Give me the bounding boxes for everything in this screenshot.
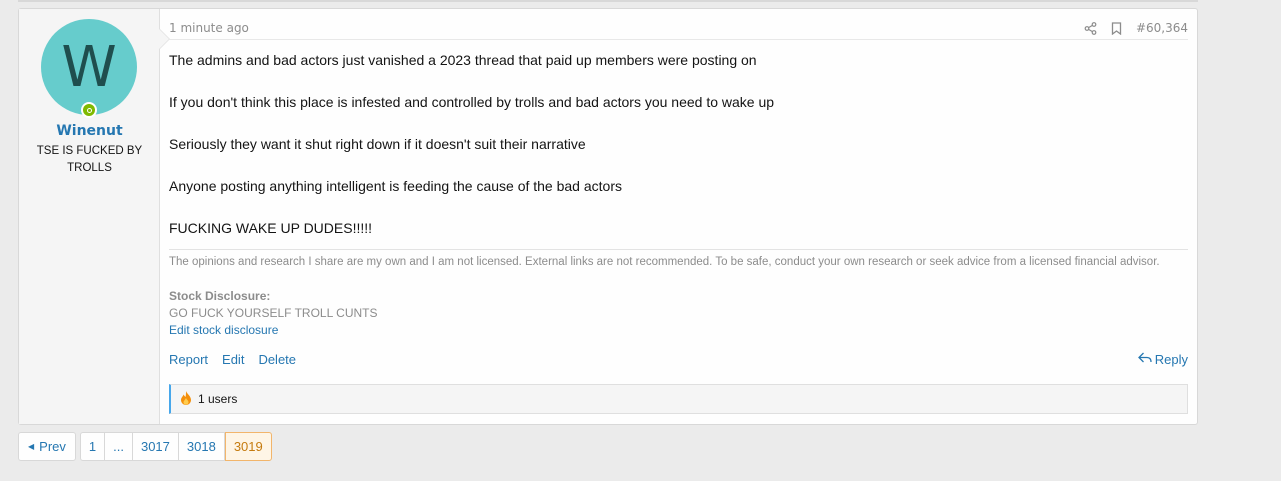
user-cell: W Winenut TSE IS FUCKED BY TROLLS <box>19 9 170 424</box>
delete-link[interactable]: Delete <box>258 352 296 367</box>
post-paragraph: Seriously they want it shut right down i… <box>169 136 586 152</box>
disclosure-text: GO FUCK YOURSELF TROLL CUNTS <box>169 306 378 320</box>
page-link-1[interactable]: 1 <box>79 432 106 461</box>
post-number[interactable]: #60,364 <box>1136 21 1188 35</box>
prev-page-button[interactable]: ◀ Prev <box>18 432 76 461</box>
post-main: 1 minute ago #60,364 The admins and bad … <box>169 9 1188 424</box>
previous-post-edge <box>18 0 1198 2</box>
post-paragraph: Anyone posting anything intelligent is f… <box>169 178 622 194</box>
reactions-count: 1 users <box>198 392 238 406</box>
page-link-3017[interactable]: 3017 <box>132 432 179 461</box>
edit-link[interactable]: Edit <box>222 352 244 367</box>
fire-icon <box>178 390 194 409</box>
bookmark-icon[interactable] <box>1111 21 1122 35</box>
post-attribution: 1 minute ago #60,364 <box>169 21 1188 40</box>
avatar-letter: W <box>61 34 117 100</box>
post-time[interactable]: 1 minute ago <box>169 21 249 35</box>
post-actions-top: #60,364 <box>1084 21 1188 35</box>
page-link-3018[interactable]: 3018 <box>178 432 225 461</box>
user-title: TSE IS FUCKED BY TROLLS <box>36 145 143 174</box>
reply-label: Reply <box>1154 352 1188 367</box>
reactions-bar[interactable]: 1 users <box>169 384 1188 414</box>
page-numbers: 1 ... 3017 3018 3019 <box>79 432 272 461</box>
edit-disclosure-link[interactable]: Edit stock disclosure <box>169 322 377 339</box>
post-signature: The opinions and research I share are my… <box>169 249 1188 268</box>
report-link[interactable]: Report <box>169 352 208 367</box>
share-icon[interactable] <box>1084 21 1097 35</box>
forum-post: W Winenut TSE IS FUCKED BY TROLLS 1 minu… <box>18 8 1198 425</box>
stock-disclosure: Stock Disclosure: GO FUCK YOURSELF TROLL… <box>169 288 377 339</box>
post-footer-actions: Report Edit Delete Reply <box>169 352 1188 370</box>
post-body: The admins and bad actors just vanished … <box>169 51 1188 261</box>
chevron-left-icon: ◀ <box>28 442 35 451</box>
reply-icon <box>1137 352 1152 367</box>
username[interactable]: Winenut <box>19 123 160 139</box>
pagination: ◀ Prev 1 ... 3017 3018 3019 <box>18 432 272 461</box>
prev-label: Prev <box>39 439 66 454</box>
disclosure-title: Stock Disclosure: <box>169 289 271 303</box>
page-link-current[interactable]: 3019 <box>224 432 272 461</box>
post-paragraph: The admins and bad actors just vanished … <box>169 52 757 68</box>
page-jump-ellipsis[interactable]: ... <box>105 432 133 461</box>
online-status-icon <box>81 102 97 118</box>
post-paragraph: If you don't think this place is infeste… <box>169 94 775 110</box>
avatar[interactable]: W <box>41 19 137 115</box>
reply-button[interactable]: Reply <box>1137 352 1188 367</box>
